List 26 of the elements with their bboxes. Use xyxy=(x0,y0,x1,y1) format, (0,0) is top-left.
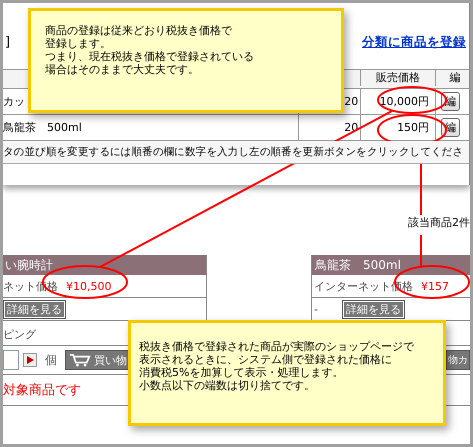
callout-text: 税抜き価格で登録された商品が実際のショップページで 表示されるときに、システム側で登録された価格に 消費税5%を加算して表示・処理します。 小数点以下の端数は切り捨てです。 xyxy=(138,339,416,392)
result-count: 該当商品2件 xyxy=(406,215,470,235)
unit-label: 個 xyxy=(45,352,57,368)
shipping-label: ピング xyxy=(3,326,36,342)
detail-button[interactable]: 詳細を見る xyxy=(342,300,405,318)
callout-text: 商品の登録は従来どおり税抜き価格で 登録します。 つまり、現在税抜き価格で登録されている 場合はそのままで大丈夫です。 xyxy=(44,23,255,76)
column-header: 編 xyxy=(448,70,462,86)
instruction-text: タの並び順を変更するには順番の欄に数字を入力し左の順番を更新ボタンをクリックしてくださ xyxy=(3,145,464,159)
product-price: ¥10,500 xyxy=(66,280,112,292)
category-link[interactable]: 分類に商品を登録 xyxy=(362,34,466,50)
bracket-text: ] xyxy=(5,34,10,50)
stock-mark: - xyxy=(314,302,319,316)
column-header: 販売価格 xyxy=(361,70,436,86)
product-price: ¥157 xyxy=(421,280,449,292)
quantity-field[interactable] xyxy=(3,350,19,370)
table-cell: 150円 xyxy=(361,115,436,140)
table-cell: 10,000円 xyxy=(361,89,436,114)
product-title: 鳥龍茶 500ml xyxy=(312,255,470,275)
notice-text: 対象商品です xyxy=(3,382,81,399)
detail-button[interactable]: 詳細を見る xyxy=(3,300,66,318)
cart-icon xyxy=(69,353,91,367)
cart-button[interactable]: 買い物 xyxy=(65,350,131,370)
product-title: い腕時計 xyxy=(3,255,206,275)
play-icon[interactable] xyxy=(23,353,37,367)
cart-button[interactable]: 物カ xyxy=(446,350,470,370)
table-cell: 鳥龍茶 500ml xyxy=(3,115,300,140)
